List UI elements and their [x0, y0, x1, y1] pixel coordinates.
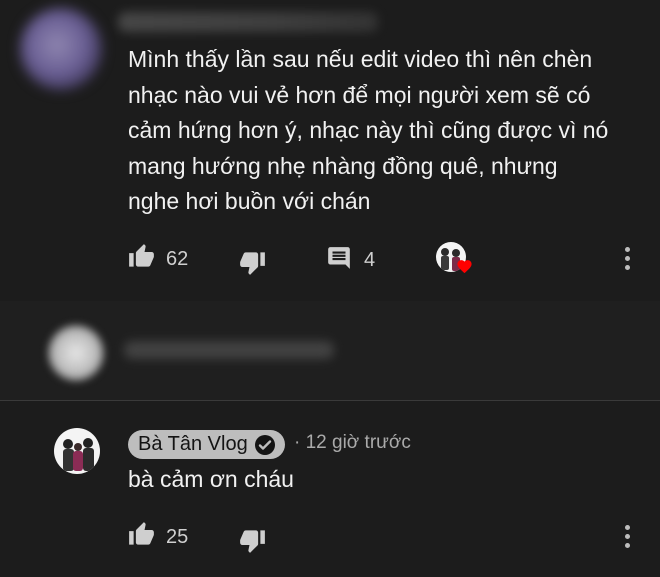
heart-icon	[456, 258, 473, 280]
timestamp: · 12 giờ trước	[294, 432, 411, 453]
blurred-text	[124, 341, 334, 359]
reply-button[interactable]: 4	[326, 245, 375, 276]
dislike-button[interactable]	[239, 527, 266, 559]
dislike-button[interactable]	[239, 249, 266, 281]
comment-text: Mình thấy lần sau nếu edit video thì nên…	[128, 46, 609, 214]
more-options-button[interactable]	[625, 247, 631, 274]
reply-count: 4	[364, 249, 376, 271]
thumbs-up-icon	[128, 243, 155, 275]
more-vertical-icon	[625, 525, 630, 530]
like-count: 25	[166, 525, 189, 548]
blurred-author-name	[118, 12, 378, 32]
thumbs-up-icon	[128, 521, 155, 553]
avatar[interactable]	[54, 428, 100, 474]
more-options-button[interactable]	[625, 525, 631, 552]
like-count: 62	[166, 247, 189, 270]
creator-heart	[436, 242, 472, 278]
blurred-avatar[interactable]	[48, 325, 104, 381]
thumbs-down-icon	[239, 527, 266, 559]
author-name: Bà Tân Vlog	[138, 433, 248, 455]
author-chip[interactable]: Bà Tân Vlog	[128, 430, 285, 459]
more-vertical-icon	[625, 247, 630, 252]
verified-check-icon	[254, 434, 275, 455]
reply-card	[0, 401, 660, 577]
blurred-avatar[interactable]	[20, 8, 102, 90]
reply-text: bà cảm ơn cháu	[128, 466, 294, 492]
like-button[interactable]: 25	[128, 521, 188, 553]
like-button[interactable]: 62	[128, 243, 188, 275]
comment-icon	[326, 245, 352, 276]
thumbs-down-icon	[239, 249, 266, 281]
